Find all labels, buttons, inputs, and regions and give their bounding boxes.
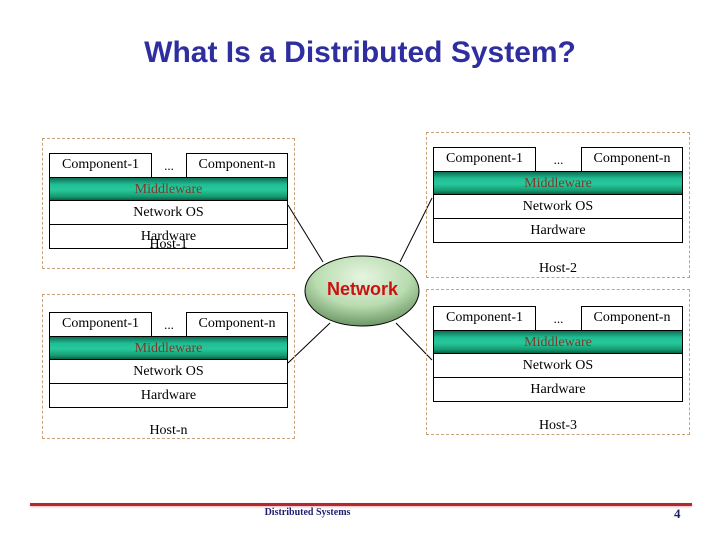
component-first: Component-1 <box>49 153 152 177</box>
component-last: Component-n <box>581 147 683 171</box>
component-ellipsis: ... <box>164 158 174 173</box>
middleware-layer: Middleware <box>49 336 288 360</box>
middleware-layer: Middleware <box>433 171 683 195</box>
footer-rule <box>30 503 692 506</box>
host-label: Host-n <box>149 423 188 438</box>
host-label: Host-2 <box>538 261 578 276</box>
component-first: Component-1 <box>433 306 536 330</box>
host-label: Host-3 <box>538 418 578 433</box>
component-first: Component-1 <box>49 312 152 336</box>
page-number: 4 <box>674 506 681 521</box>
component-ellipsis: ... <box>553 152 564 167</box>
component-last: Component-n <box>186 153 288 177</box>
component-last: Component-n <box>186 312 288 336</box>
host-3: Component-1 ... Component-n Middleware N… <box>426 289 690 435</box>
component-first: Component-1 <box>433 147 536 171</box>
component-ellipsis: ... <box>164 317 174 332</box>
hardware-layer: Hardware <box>49 384 288 408</box>
host-n: Component-1 ... Component-n Middleware N… <box>42 294 295 439</box>
network-label: Network <box>326 279 398 299</box>
host-1: Component-1 ... Component-n Middleware N… <box>42 138 295 269</box>
network-os-layer: Network OS <box>49 360 288 384</box>
hardware-layer: Hardware <box>433 378 683 402</box>
component-last: Component-n <box>581 306 683 330</box>
network-os-layer: Network OS <box>433 354 683 378</box>
host-2: Component-1 ... Component-n Middleware N… <box>426 132 690 278</box>
network-os-layer: Network OS <box>49 201 288 225</box>
hardware-layer: Hardware <box>433 219 683 243</box>
middleware-layer: Middleware <box>49 177 288 201</box>
component-ellipsis: ... <box>553 311 564 326</box>
host-label: Host-1 <box>149 237 188 252</box>
footer-title: Distributed Systems <box>264 507 351 518</box>
middleware-layer: Middleware <box>433 330 683 354</box>
network-os-layer: Network OS <box>433 195 683 219</box>
